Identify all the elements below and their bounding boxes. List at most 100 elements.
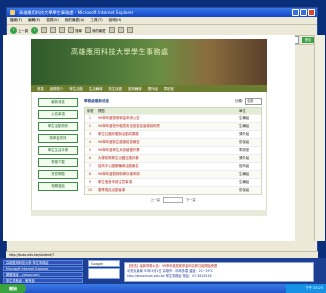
row-dept: 生輔組 [239,180,250,184]
page-content: 最新消息 公告事項 學生活動資訊 獎學金資訊 學生生活手冊 表格下載 常見問題 … [31,92,267,210]
window-list: 高雄應用科技大學 學生事務處 Microsoft Internet Explor… [3,260,83,284]
nav-item[interactable]: 課外組 [148,86,158,91]
back-button[interactable]: ‹ 上一頁 [10,26,28,34]
mail-icon[interactable] [117,27,124,33]
row-dept: 衛保組 [239,188,250,192]
row-number: 9 [88,180,92,184]
row-number: 7 [88,164,92,168]
table-row[interactable]: 4 96學年度新生健康檢查報告 衛保組 [85,138,261,146]
row-number: 8 [88,172,92,176]
print-icon[interactable] [126,27,133,33]
maximize-button[interactable] [300,9,307,16]
forward-arrow-icon[interactable]: › [31,26,39,34]
category-select[interactable]: 全部 [245,97,262,105]
screen: 高雄應用科技大學學生事務處 - Microsoft Internet Explo… [0,0,326,293]
table-row[interactable]: 3 學生社團評鑑與活動成果展 課外組 [85,130,261,138]
row-title-link[interactable]: 學生社團評鑑與活動成果展 [95,131,239,138]
row-title-link[interactable]: 春季捐血活動宣導 [95,187,239,194]
prev-page-link[interactable]: 上一頁 [150,197,160,203]
row-title-link[interactable]: 大專校院學生出國交換計畫 [95,155,239,162]
row-dept: 生輔組 [239,124,250,128]
row-title-link[interactable]: 96學年度校外租賃安全檢查及宣導說明會 [95,123,239,130]
table-row[interactable]: 5 96學年度學生兵役緩徵作業 軍訓室 [85,146,261,154]
next-page-link[interactable]: 下一頁 [186,197,196,203]
sidebar-button[interactable]: 最新消息 [38,98,78,107]
window-list-item[interactable]: 網路搜尋 - yahoo.com [3,272,83,277]
nav-item[interactable]: 衛生保健 [108,86,122,91]
table-row[interactable]: 1 96學年度獎助學金申請公告 生輔組 [85,114,261,122]
sidebar-button[interactable]: 獎學金資訊 [38,134,78,143]
home-icon[interactable] [59,27,66,33]
site-nav: 首頁 處務簡介 學生活動 生活輔導 衛生保健 諮商輔導 課外組 軍訓室 [31,85,267,92]
col-no: 序號 [86,109,94,113]
menu-view[interactable]: 檢視(V) [46,17,58,24]
sidebar-button[interactable]: 常見問題 [38,170,78,179]
google-search-input[interactable] [88,268,120,279]
news-panel: 學務處最新消息 分類: 全部 序號 標題 單位 1 96學年度獎助學金申請公告 生輔… [84,97,262,203]
page-select[interactable] [163,197,183,203]
row-dept: 課外組 [239,156,250,160]
close-button[interactable] [308,9,315,16]
table-row[interactable]: 10 春季捐血活動宣導 衛保組 [85,186,261,194]
site-banner: 高雄應用科技大學學生事務處 [31,39,267,85]
google-toolbar[interactable]: Google [88,260,120,267]
row-dept: 生輔組 [239,172,250,176]
window-list-item[interactable]: Microsoft Internet Explorer [3,266,83,271]
vertical-scrollbar[interactable] [314,35,325,241]
menu-favorites[interactable]: 我的最愛(A) [65,17,85,24]
start-button[interactable]: 開始 [0,284,26,293]
row-dept: 軍訓室 [239,148,250,152]
search-button[interactable]: 搜尋 [68,27,82,34]
sidebar-button[interactable]: 學生活動資訊 [38,122,78,131]
row-title-link[interactable]: 96學年度獎助學金申請公告 [95,115,239,122]
news-heading: 學務處最新消息 [84,98,110,103]
site-banner-title: 高雄應用科技大學學生事務處 [71,48,169,56]
nav-item[interactable]: 學生活動 [69,86,83,91]
window-list-item[interactable]: 學生事務處 - 教育部 [3,278,83,283]
window-list-item[interactable]: 高雄應用科技大學 學生事務處 [3,260,83,265]
menu-edit[interactable]: 編輯(E) [28,17,40,24]
minimize-button[interactable] [292,9,299,16]
sidebar-button[interactable]: 公告事項 [38,110,78,119]
category-label: 分類: [234,98,243,103]
row-number: 5 [88,148,92,152]
sidebar-button[interactable]: 學生生活手冊 [38,146,78,155]
go-button[interactable]: 移至 [302,37,314,43]
back-arrow-icon: ‹ [10,26,17,34]
row-title-link[interactable]: 96學年度學生兵役緩徵作業 [95,147,239,154]
row-title-link[interactable]: 96學年度新生健康檢查報告 [95,139,239,146]
table-row[interactable]: 6 大專校院學生出國交換計畫 課外組 [85,154,261,162]
menu-file[interactable]: 檔案(F) [10,17,22,24]
table-row[interactable]: 9 學生宿舍申請注意事項 生輔組 [85,178,261,186]
row-title-link[interactable]: 96學年度弱勢助學計畫申請 [95,171,239,178]
menu-help[interactable]: 說明(H) [109,17,122,24]
row-number: 3 [88,132,92,136]
row-dept: 課外組 [239,132,250,136]
nav-item[interactable]: 生活輔導 [89,86,103,91]
nav-item[interactable]: 處務簡介 [50,86,64,91]
favorites-button[interactable]: 我的最愛 [84,27,106,34]
table-row[interactable]: 7 諮商中心團體輔導活動報名 諮商組 [85,162,261,170]
nav-item[interactable]: 首頁 [37,86,44,91]
row-title-link[interactable]: 學生宿舍申請注意事項 [95,179,239,186]
sidebar-button[interactable]: 相關連結 [38,182,78,191]
table-row[interactable]: 2 96學年度校外租賃安全檢查及宣導說明會 生輔組 [85,122,261,130]
star-icon [84,27,91,33]
nav-item[interactable]: 諮商輔導 [128,86,142,91]
refresh-icon[interactable] [50,27,57,33]
history-icon[interactable] [108,27,115,33]
stop-icon[interactable] [41,27,48,33]
window-title: 高雄應用科技大學學生事務處 - Microsoft Internet Explo… [19,10,134,15]
table-row[interactable]: 8 96學年度弱勢助學計畫申請 生輔組 [85,170,261,178]
menu-tools[interactable]: 工具(T) [90,17,102,24]
sidebar: 最新消息 公告事項 學生活動資訊 獎學金資訊 學生生活手冊 表格下載 常見問題 … [38,98,78,194]
ticker-line: http://www.kuas.edu.tw 學生事務處 電話：07-38145… [127,274,212,278]
status-bar: http://kuas.edu.tw/student/? [6,251,318,258]
web-page: 高雄應用科技大學學生事務處 首頁 處務簡介 學生活動 生活輔導 衛生保健 諮商輔… [3,35,295,241]
row-title-link[interactable]: 諮商中心團體輔導活動報名 [95,163,239,170]
row-number: 4 [88,140,92,144]
row-dept: 衛保組 [239,140,250,144]
sidebar-button[interactable]: 表格下載 [38,158,78,167]
nav-item[interactable]: 軍訓室 [164,86,174,91]
row-number: 10 [87,188,93,192]
